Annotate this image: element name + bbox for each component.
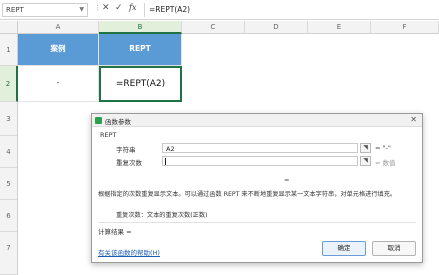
arg-input-times[interactable] [162,156,358,166]
collapse-dialog-icon[interactable]: ◥ [360,156,371,166]
column-header-c[interactable]: C [182,21,245,34]
name-box-value: REPT [6,6,24,14]
row-header-4[interactable]: 4 [0,136,18,168]
cell-b2-active[interactable]: =REPT(A2) [99,66,182,102]
text-caret [165,158,166,165]
name-box[interactable]: REPT ▼ [2,3,88,17]
separator-icon: ⋮ [94,4,101,12]
cell-b1[interactable]: REPT [99,34,182,66]
formula-bar: REPT ▼ ⋮ ✕ ✓ fx =REPT(A2) [0,0,439,20]
cancel-button[interactable]: 取消 [372,241,416,256]
chevron-down-icon[interactable]: ▼ [79,6,84,13]
column-header-a[interactable]: A [18,21,99,34]
row-header-7[interactable]: 7 [0,232,18,275]
column-header-f[interactable]: F [371,21,439,34]
arg-label-text: 字符串 [116,146,136,154]
calculation-result: 计算结果 = [98,228,132,236]
arg-input-text-value: A2 [166,145,175,153]
check-icon[interactable]: ✓ [115,3,123,13]
dialog-title-bar[interactable]: 函数参数 ✕ [92,114,422,127]
select-all-corner[interactable] [0,21,18,34]
app-logo-icon [95,117,102,124]
function-description: 根据指定的次数重复显示文本。可以通过函数 REPT 来不断地重复显示某一文本字符… [98,191,397,198]
formula-input[interactable]: =REPT(A2) [144,3,436,17]
arg-result-text: = "-" [375,144,391,152]
row-header-1[interactable]: 1 [0,34,18,66]
column-header-e[interactable]: E [308,21,371,34]
fx-icon[interactable]: fx [129,3,136,12]
arg-input-text[interactable]: A2 [162,143,358,153]
function-arguments-dialog: 函数参数 ✕ REPT 字符串 A2 ◥ = "-" 重复次数 ◥ = 数值 =… [91,113,423,263]
column-header-b[interactable]: B [99,21,182,34]
row-header-2[interactable]: 2 [0,66,18,102]
cell-a2[interactable]: - [18,66,99,102]
row-header-6[interactable]: 6 [0,200,18,232]
collapse-dialog-icon[interactable]: ◥ [360,143,371,153]
parameter-description: 重复次数：文本的重复次数(正数) [116,212,208,219]
row-header-5[interactable]: 5 [0,168,18,200]
arg-label-times: 重复次数 [116,159,142,167]
divider [98,222,416,223]
close-icon[interactable]: ✕ [410,115,417,124]
formula-result-eq: = [284,176,290,184]
cell-a1[interactable]: 案例 [18,34,99,66]
cancel-icon[interactable]: ✕ [102,3,110,13]
arg-result-times: = 数值 [375,159,396,167]
help-link[interactable]: 有关该函数的帮助(H) [98,247,160,257]
dialog-title: 函数参数 [105,118,131,126]
column-header-d[interactable]: D [245,21,308,34]
ok-button[interactable]: 确定 [322,241,366,256]
row-header-3[interactable]: 3 [0,102,18,136]
formula-text: =REPT(A2) [149,5,191,14]
function-name: REPT [100,131,117,139]
